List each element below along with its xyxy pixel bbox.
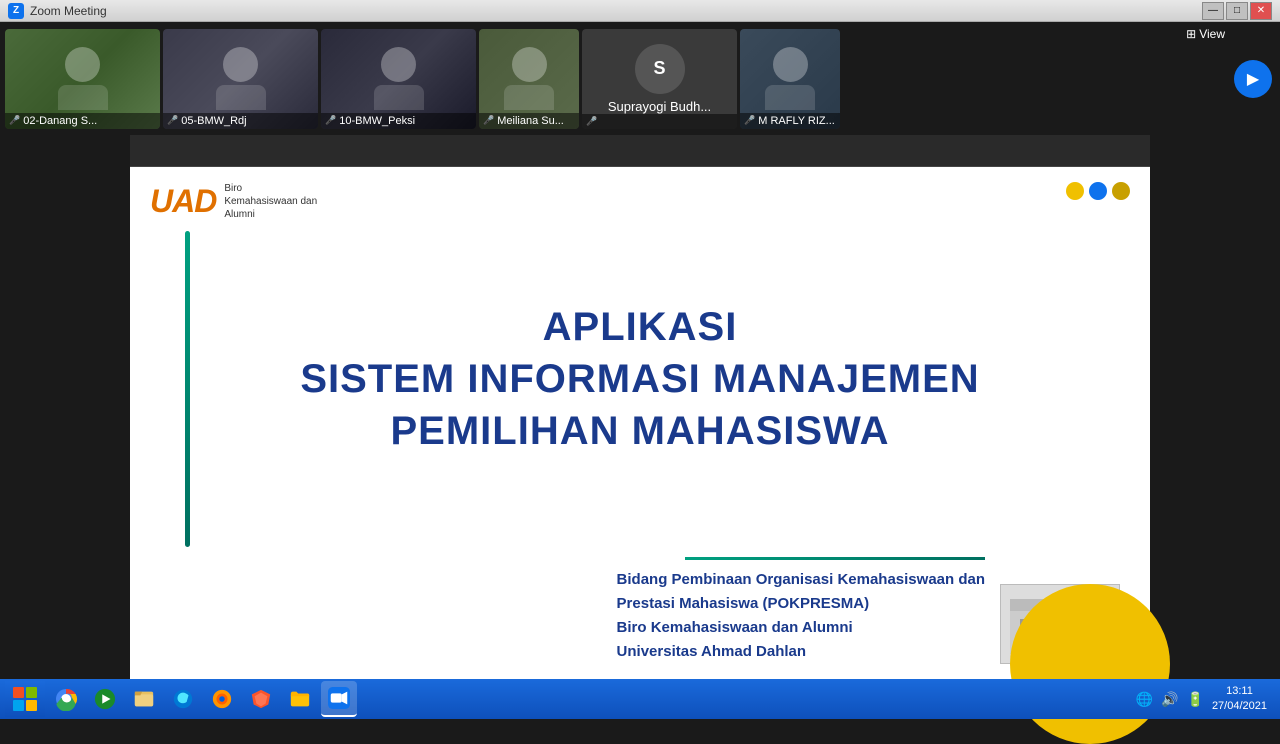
mic-icon-2: 🎤 <box>167 115 178 126</box>
view-label: View <box>1199 27 1225 41</box>
participant-name-2: 05-BMW_Rdj <box>181 115 246 127</box>
footer-line3: Biro Kemahasiswaan dan Alumni <box>617 619 853 636</box>
network-icon: 🌐 <box>1136 691 1153 708</box>
chrome-taskbar-button[interactable] <box>48 681 84 717</box>
participant-name-6: M RAFLY RIZ... <box>758 115 835 127</box>
slide-footer: Bidang Pembinaan Organisasi Kemahasiswaa… <box>130 547 1150 679</box>
view-button[interactable]: ⊞ View <box>1186 27 1225 41</box>
participant-name-1: 02-Danang S... <box>23 115 97 127</box>
window-controls[interactable]: — □ ✕ <box>1202 2 1272 20</box>
slide-area: UAD BiroKemahasiswaan danAlumni APLIKASI… <box>130 167 1150 679</box>
uad-logo: UAD BiroKemahasiswaan danAlumni <box>150 182 317 221</box>
teal-underline <box>685 557 985 560</box>
dot-blue <box>1089 182 1107 200</box>
dot-gold <box>1112 182 1130 200</box>
recording-bar: Recording... <box>0 135 1280 167</box>
brave-taskbar-button[interactable] <box>243 681 279 717</box>
mic-icon-5: 🎤 <box>586 116 597 127</box>
logo-uad: UAD <box>150 183 216 220</box>
slide-dots <box>1066 182 1130 200</box>
tile-label-1: 🎤 02-Danang S... <box>5 113 160 129</box>
participant-strip: ⊞ View 🎤 02-Danang S... 🎤 05-BMW_Rdj <box>0 22 1280 135</box>
chevron-right-icon: ▶ <box>1247 69 1259 89</box>
tile-label-6: 🎤 M RAFLY RIZ... <box>740 113 840 129</box>
title-bar: Z Zoom Meeting — □ ✕ <box>0 0 1280 22</box>
battery-icon: 🔋 <box>1187 691 1204 708</box>
volume-icon: 🔊 <box>1161 691 1178 708</box>
taskbar-right: 🌐 🔊 🔋 13:11 27/04/2021 <box>1136 684 1275 715</box>
yellow-decoration <box>1010 584 1170 744</box>
slide-body: APLIKASI SISTEM INFORMASI MANAJEMEN PEMI… <box>130 231 1150 547</box>
view-icon: ⊞ <box>1186 27 1196 41</box>
tile-label-3: 🎤 10-BMW_Peksi <box>321 113 476 129</box>
participant-tile-2[interactable]: 🎤 05-BMW_Rdj <box>163 29 318 129</box>
media-taskbar-button[interactable] <box>87 681 123 717</box>
left-sidebar <box>0 135 130 679</box>
window-title: Zoom Meeting <box>30 4 1202 18</box>
date-display: 27/04/2021 <box>1212 699 1267 714</box>
minimize-button[interactable]: — <box>1202 2 1224 20</box>
tile-label-2: 🎤 05-BMW_Rdj <box>163 113 318 129</box>
footer-line4: Universitas Ahmad Dahlan <box>617 643 807 660</box>
slide-title: APLIKASI SISTEM INFORMASI MANAJEMEN PEMI… <box>300 301 979 457</box>
start-button[interactable] <box>5 681 45 717</box>
mic-icon-1: 🎤 <box>9 115 20 126</box>
mic-icon-4: 🎤 <box>483 115 494 126</box>
files-taskbar-button[interactable] <box>126 681 162 717</box>
participant-tile-5[interactable]: S Suprayogi Budh... 🎤 <box>582 29 737 129</box>
footer-info: Bidang Pembinaan Organisasi Kemahasiswaa… <box>617 557 985 664</box>
mic-icon-3: 🎤 <box>325 115 336 126</box>
mic-icon-6: 🎤 <box>744 115 755 126</box>
slide-title-line1: APLIKASI <box>543 305 738 349</box>
teal-accent-bar <box>185 231 190 547</box>
next-participants-button[interactable]: ▶ <box>1234 60 1272 98</box>
participant-name-3: 10-BMW_Peksi <box>339 115 415 127</box>
taskbar: 🌐 🔊 🔋 13:11 27/04/2021 <box>0 679 1280 719</box>
maximize-button[interactable]: □ <box>1226 2 1248 20</box>
zoom-taskbar-button[interactable] <box>321 681 357 717</box>
windows-logo <box>13 687 37 711</box>
folder-taskbar-button[interactable] <box>282 681 318 717</box>
footer-line1: Bidang Pembinaan Organisasi Kemahasiswaa… <box>617 571 985 588</box>
time-display: 13:11 <box>1212 684 1267 699</box>
taskbar-clock: 13:11 27/04/2021 <box>1212 684 1267 715</box>
participant-tile-1[interactable]: 🎤 02-Danang S... <box>5 29 160 129</box>
close-button[interactable]: ✕ <box>1250 2 1272 20</box>
footer-text: Bidang Pembinaan Organisasi Kemahasiswaa… <box>617 568 985 664</box>
slide-title-line2: SISTEM INFORMASI MANAJEMEN <box>300 357 979 401</box>
avatar-5: S <box>635 44 685 94</box>
slide-title-line3: PEMILIHAN MAHASISWA <box>390 409 889 453</box>
participant-name-5: Suprayogi Budh... <box>608 99 711 114</box>
tile-label-4: 🎤 Meiliana Su... <box>479 113 579 129</box>
firefox-taskbar-button[interactable] <box>204 681 240 717</box>
participant-tile-4[interactable]: 🎤 Meiliana Su... <box>479 29 579 129</box>
logo-subtitle: BiroKemahasiswaan danAlumni <box>224 182 317 221</box>
slide-header: UAD BiroKemahasiswaan danAlumni <box>130 167 1150 231</box>
participant-name-4: Meiliana Su... <box>497 115 564 127</box>
slide-content: UAD BiroKemahasiswaan danAlumni APLIKASI… <box>130 167 1150 679</box>
footer-line2: Prestasi Mahasiswa (POKPRESMA) <box>617 595 870 612</box>
dot-yellow <box>1066 182 1084 200</box>
edge-taskbar-button[interactable] <box>165 681 201 717</box>
app-icon: Z <box>8 3 24 19</box>
participant-tile-6[interactable]: 🎤 M RAFLY RIZ... <box>740 29 840 129</box>
participant-tile-3[interactable]: 🎤 10-BMW_Peksi <box>321 29 476 129</box>
tile-label-5: 🎤 <box>582 114 737 129</box>
right-sidebar <box>1150 135 1280 679</box>
